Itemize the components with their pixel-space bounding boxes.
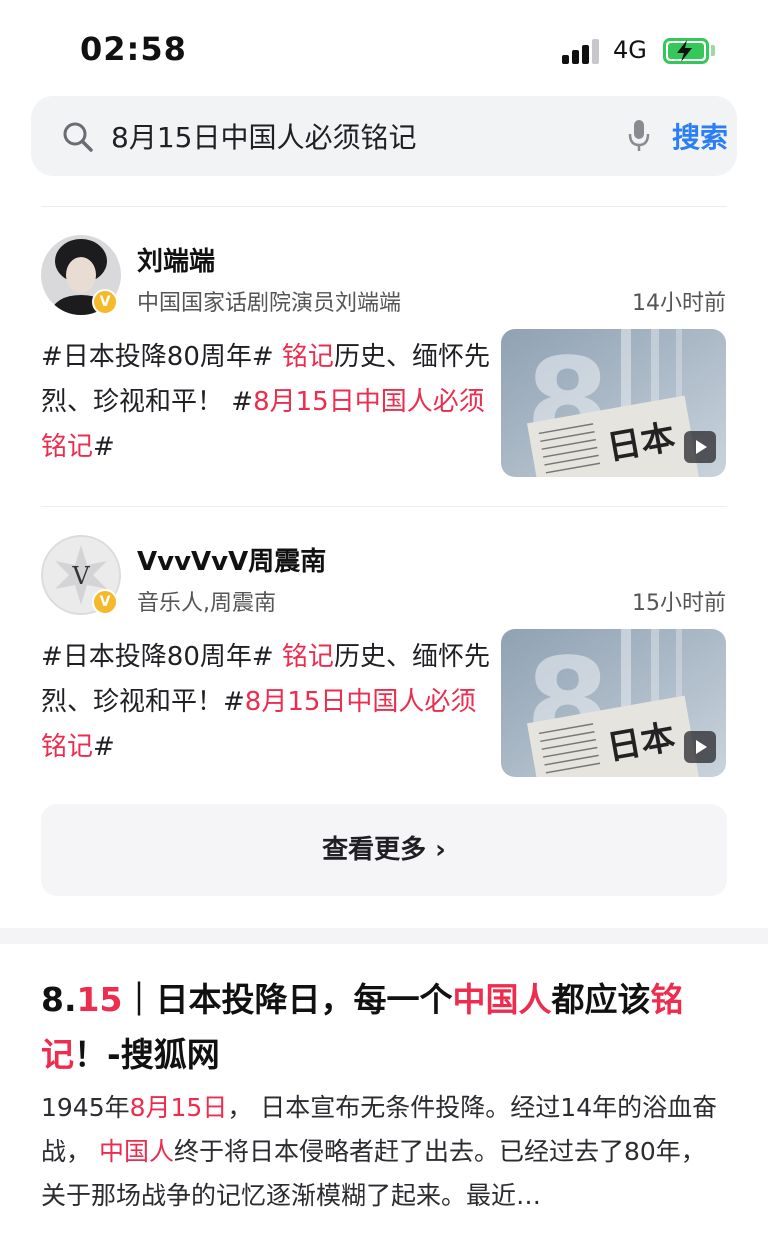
divider xyxy=(41,506,727,507)
title-highlight: 中国人 xyxy=(452,980,552,1019)
status-bar: 02:58 4G xyxy=(0,0,768,100)
post-time: 15小时前 xyxy=(632,591,726,616)
post-text[interactable]: #日本投降80周年# 铭记历史、缅怀先烈、珍视和平！#8月15日中国人必须铭记# xyxy=(41,635,491,770)
article-snippet[interactable]: 1945年8月15日， 日本宣布无条件投降。经过14年的浴血奋战， 中国人终于将… xyxy=(41,1086,731,1218)
snippet-segment: 1945年 xyxy=(41,1093,130,1122)
post-card[interactable]: V 刘端端 中国国家话剧院演员刘端端 14小时前 #日本投降80周年# 铭记历史… xyxy=(0,235,768,525)
author-name[interactable]: 刘端端 xyxy=(137,241,215,278)
author-description: 音乐人,周震南 xyxy=(137,591,276,616)
post-text-segment: #日本投降80周年# xyxy=(41,342,282,372)
author-description: 中国国家话剧院演员刘端端 xyxy=(137,291,402,316)
search-icon xyxy=(63,122,93,152)
verified-icon: V xyxy=(92,289,118,315)
title-segment: ｜日本投降日，每一个 xyxy=(122,980,453,1019)
post-time: 14小时前 xyxy=(632,291,726,316)
charging-bolt-icon xyxy=(677,40,692,62)
title-segment: ！-搜狐网 xyxy=(74,1035,220,1074)
search-button[interactable]: 搜索 xyxy=(672,116,728,156)
title-highlight: 15 xyxy=(76,980,123,1019)
post-text[interactable]: #日本投降80周年# 铭记历史、缅怀先烈、珍视和平！ #8月15日中国人必须铭记… xyxy=(41,335,491,470)
battery-tip xyxy=(711,45,715,56)
post-card[interactable]: V V VvvVvV周震南 音乐人,周震南 15小时前 #日本投降80周年# 铭… xyxy=(0,535,768,825)
svg-text:V: V xyxy=(71,562,90,590)
snippet-highlight: 中国人 xyxy=(98,1137,174,1166)
post-text-segment: # xyxy=(93,432,115,462)
article-title[interactable]: 8.15｜日本投降日，每一个中国人都应该铭记！-搜狐网 xyxy=(41,972,727,1082)
see-more-button[interactable]: 查看更多 › xyxy=(41,804,727,896)
verified-icon: V xyxy=(92,589,118,615)
signal-icon xyxy=(562,38,602,64)
play-icon[interactable] xyxy=(684,731,716,763)
title-segment: 都应该 xyxy=(551,980,651,1019)
mic-icon[interactable] xyxy=(626,118,652,154)
author-name[interactable]: VvvVvV周震南 xyxy=(137,541,326,578)
post-text-segment: # xyxy=(93,732,115,762)
search-bar[interactable]: 搜索 xyxy=(31,96,737,176)
divider xyxy=(41,206,727,207)
network-label: 4G xyxy=(613,36,647,64)
post-text-highlight: 铭记 xyxy=(281,342,334,372)
status-time: 02:58 xyxy=(80,30,187,68)
title-segment: 8. xyxy=(41,980,77,1019)
post-text-highlight: 铭记 xyxy=(281,642,334,672)
play-icon[interactable] xyxy=(684,431,716,463)
snippet-highlight: 8月15日 xyxy=(129,1093,228,1122)
section-divider xyxy=(0,928,768,944)
search-input[interactable] xyxy=(111,118,591,154)
post-text-segment: #日本投降80周年# xyxy=(41,642,282,672)
